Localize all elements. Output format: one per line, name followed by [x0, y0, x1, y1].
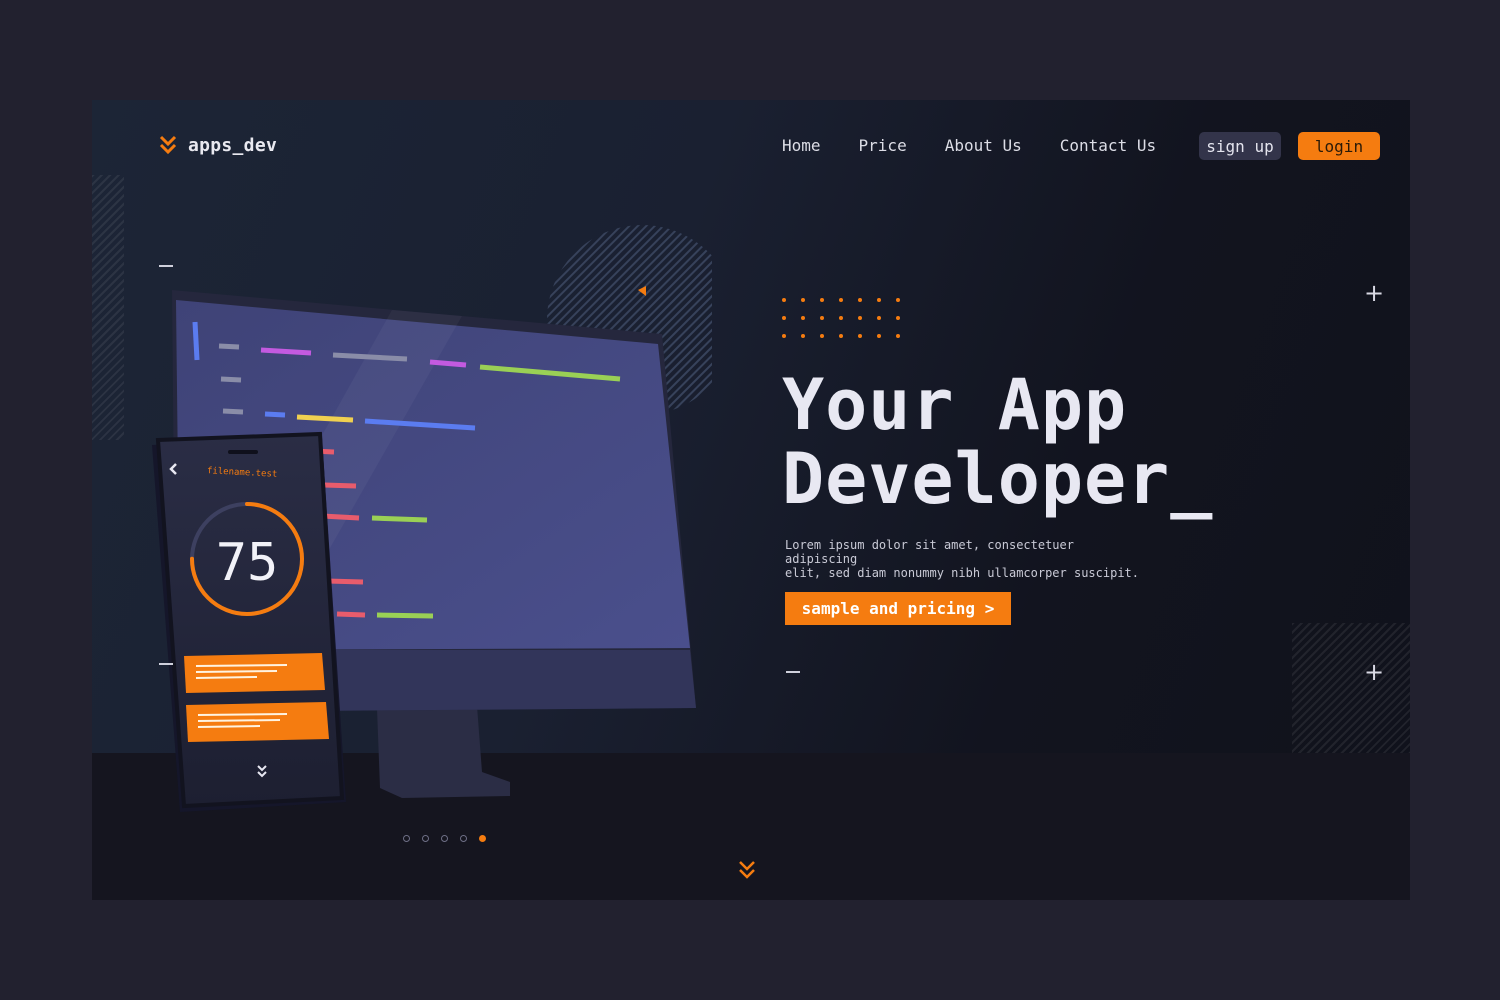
brand-name: apps_dev: [188, 134, 278, 156]
devices-illustration: 75 filename.test: [152, 225, 712, 812]
hero-description: Lorem ipsum dolor sit amet, consectetuer…: [785, 538, 1145, 580]
nav-home[interactable]: Home: [782, 136, 821, 155]
dash-decoration: [159, 663, 173, 665]
plus-decoration: +: [1364, 658, 1385, 686]
main-nav: Home Price About Us Contact Us: [782, 136, 1156, 155]
hero-frame: 75 filename.test apps_dev Home Price Abo…: [92, 100, 1410, 900]
pager-dot[interactable]: [479, 835, 486, 842]
nav-contact-us[interactable]: Contact Us: [1060, 136, 1156, 155]
plus-decoration: +: [1364, 279, 1385, 307]
description-line-2: elit, sed diam nonummy nibh ullamcorper …: [785, 566, 1140, 580]
phone-card-1[interactable]: [184, 653, 325, 693]
pager-dot[interactable]: [441, 835, 448, 842]
dash-decoration: [786, 671, 800, 673]
score-value: 75: [216, 533, 279, 593]
pager-dot[interactable]: [403, 835, 410, 842]
hatch-decoration-right: [1292, 623, 1410, 753]
phone-body: [155, 431, 345, 809]
scroll-down-icon[interactable]: [737, 860, 757, 882]
dot-grid-decoration: [782, 298, 908, 338]
pager-dot[interactable]: [460, 835, 467, 842]
nav-price[interactable]: Price: [859, 136, 907, 155]
sample-and-pricing-button[interactable]: sample and pricing >: [785, 592, 1011, 625]
login-button[interactable]: login: [1298, 132, 1380, 160]
nav-about-us[interactable]: About Us: [945, 136, 1022, 155]
brand-logo[interactable]: apps_dev: [158, 134, 277, 156]
phone-speaker: [228, 450, 258, 454]
headline-line-2: Developer_: [782, 438, 1214, 520]
phone-card-2[interactable]: [186, 702, 329, 742]
headline-line-1: Your App: [782, 364, 1128, 446]
monitor-stand: [377, 706, 510, 798]
description-line-1: Lorem ipsum dolor sit amet, consectetuer…: [785, 538, 1074, 566]
sign-up-button[interactable]: sign up: [1199, 132, 1281, 160]
dash-decoration: [159, 265, 173, 267]
pager-dot[interactable]: [422, 835, 429, 842]
hero-headline: Your App Developer_: [782, 368, 1213, 516]
carousel-pager: [403, 835, 486, 842]
chevron-double-down-icon: [159, 135, 177, 155]
